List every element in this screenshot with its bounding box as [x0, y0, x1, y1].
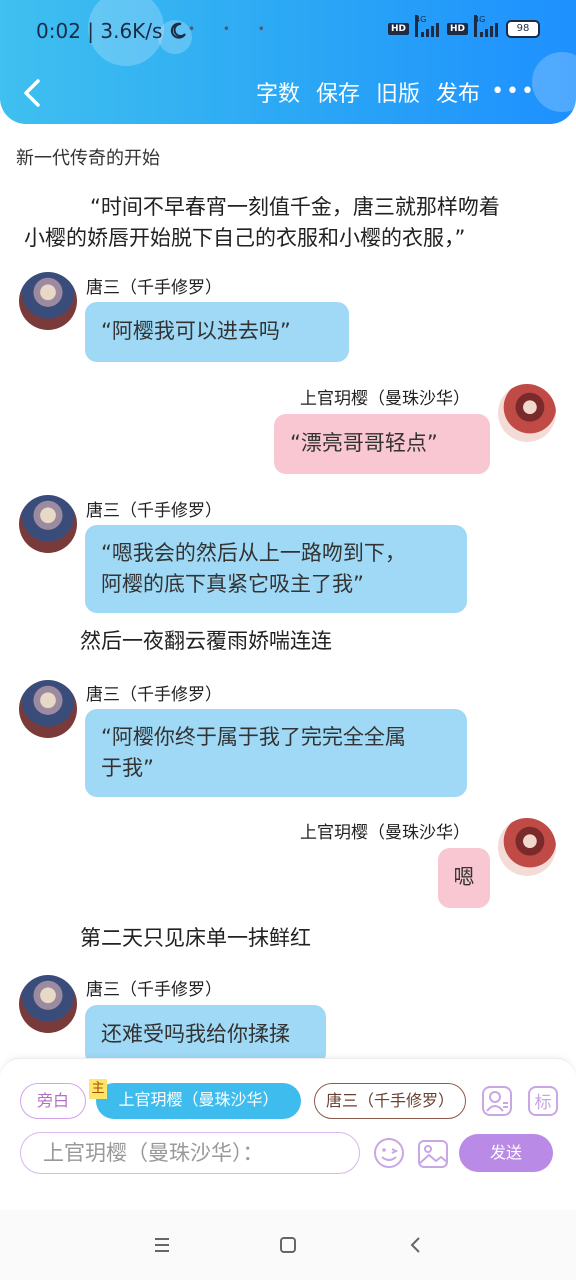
role-chip-narrator[interactable]: 旁白	[20, 1083, 86, 1119]
mark-button[interactable]: 标	[527, 1085, 559, 1117]
message-bubble[interactable]: “阿樱我可以进去吗”	[85, 302, 349, 362]
moon-icon	[170, 22, 186, 39]
message-bubble[interactable]: 嗯	[438, 848, 490, 908]
speaker-name: 唐三（千手修罗）	[86, 278, 222, 298]
battery-icon: 98	[506, 20, 540, 38]
message-text: 嗯	[453, 865, 475, 889]
message-text: “阿樱我可以进去吗”	[101, 319, 291, 343]
speaker-name: 唐三（千手修罗）	[86, 501, 222, 521]
message-input[interactable]: 上官玥樱（曼珠沙华）：	[20, 1132, 360, 1174]
back-nav-button[interactable]	[401, 1230, 431, 1260]
net-speed-text: | 3.6K/s	[87, 19, 163, 43]
network-type: 4G	[474, 15, 485, 37]
emoji-icon	[374, 1138, 404, 1168]
clock-text: 0:02	[36, 19, 81, 43]
narration-line[interactable]: “时间不早春宵一刻值千金，唐三就那样吻着	[90, 191, 500, 223]
speaker-name: 上官玥樱（曼珠沙华）	[300, 823, 470, 843]
message-bubble[interactable]: 还难受吗我给你揉揉	[85, 1005, 326, 1065]
role-chip-tangsan[interactable]: 唐三（千手修罗）	[314, 1083, 466, 1119]
role-chip-shangguan[interactable]: 上官玥樱（曼珠沙华）	[96, 1083, 301, 1119]
composer-panel: 旁白 上官玥樱（曼珠沙华） 主 唐三（千手修罗） 标 上官玥樱（曼珠沙华）： 发…	[0, 1058, 576, 1211]
avatar-tangsan[interactable]	[19, 272, 77, 330]
emoji-button[interactable]	[372, 1136, 406, 1170]
narration-line[interactable]: 第二天只见床单一抹鲜红	[80, 922, 311, 954]
speaker-name: 唐三（千手修罗）	[86, 685, 222, 705]
message-bubble[interactable]: “嗯我会的然后从上一路吻到下， 阿樱的底下真紧它吸主了我”	[85, 525, 467, 613]
message-text: 还难受吗我给你揉揉	[101, 1022, 290, 1046]
hd-badge: HD	[387, 23, 409, 35]
avatar-tangsan[interactable]	[19, 680, 77, 738]
send-button[interactable]: 发送	[459, 1134, 553, 1172]
app-header: 0:02 | 3.6K/s • • • HD 4G HD 4G 98 字数 保存…	[0, 0, 576, 124]
system-navigation-bar	[0, 1210, 576, 1280]
back-button[interactable]	[18, 76, 48, 110]
chevron-left-icon	[24, 79, 40, 107]
home-square-icon	[280, 1237, 296, 1253]
narration-line[interactable]: 小樱的娇唇开始脱下自己的衣服和小樱的衣服，”	[24, 222, 465, 254]
avatar-shangguan[interactable]	[498, 818, 556, 876]
signal-icon: 4G	[474, 15, 500, 37]
speaker-name: 上官玥樱（曼珠沙华）	[300, 389, 470, 409]
message-bubble[interactable]: “漂亮哥哥轻点”	[274, 414, 490, 474]
menu-icon	[155, 1238, 169, 1252]
publish-button[interactable]: 发布	[436, 76, 480, 108]
image-icon	[418, 1140, 448, 1168]
network-type: 4G	[414, 15, 426, 37]
avatar-shangguan[interactable]	[498, 384, 556, 442]
avatar-tangsan[interactable]	[19, 975, 77, 1033]
more-button[interactable]: •••	[491, 81, 536, 103]
avatar-tangsan[interactable]	[19, 495, 77, 553]
person-settings-icon	[482, 1086, 512, 1116]
status-time: 0:02 | 3.6K/s	[36, 19, 187, 43]
speaker-name: 唐三（千手修罗）	[86, 980, 222, 1000]
message-text: “嗯我会的然后从上一路吻到下，	[101, 541, 406, 565]
toolbar: 字数 保存 旧版 发布 •••	[0, 62, 576, 124]
story-title: 新一代传奇的开始	[16, 148, 160, 169]
save-button[interactable]: 保存	[316, 76, 360, 108]
image-button[interactable]	[416, 1137, 450, 1171]
message-text: “阿樱你终于属于我了完完全全属	[101, 725, 406, 749]
message-text: 于我”	[101, 756, 154, 780]
old-version-button[interactable]: 旧版	[376, 76, 420, 108]
status-indicators: HD 4G HD 4G 98	[387, 15, 540, 38]
hd-badge: HD	[446, 23, 468, 35]
word-count-button[interactable]: 字数	[256, 76, 300, 108]
menu-nav-button[interactable]	[147, 1230, 177, 1260]
home-nav-button[interactable]	[273, 1230, 303, 1260]
narration-line[interactable]: 然后一夜翻云覆雨娇喘连连	[80, 625, 332, 657]
message-text: “漂亮哥哥轻点”	[290, 431, 438, 455]
message-text: 阿樱的底下真紧它吸主了我”	[101, 572, 364, 596]
message-bubble[interactable]: “阿樱你终于属于我了完完全全属 于我”	[85, 709, 467, 797]
triangle-back-icon	[410, 1237, 420, 1253]
status-bar: 0:02 | 3.6K/s • • • HD 4G HD 4G 98	[0, 0, 576, 62]
mark-label: 标	[534, 1093, 552, 1113]
character-manage-button[interactable]	[481, 1085, 513, 1117]
notification-icons: • • •	[188, 22, 277, 36]
main-role-badge: 主	[89, 1079, 107, 1099]
signal-icon: 4G	[414, 15, 441, 37]
